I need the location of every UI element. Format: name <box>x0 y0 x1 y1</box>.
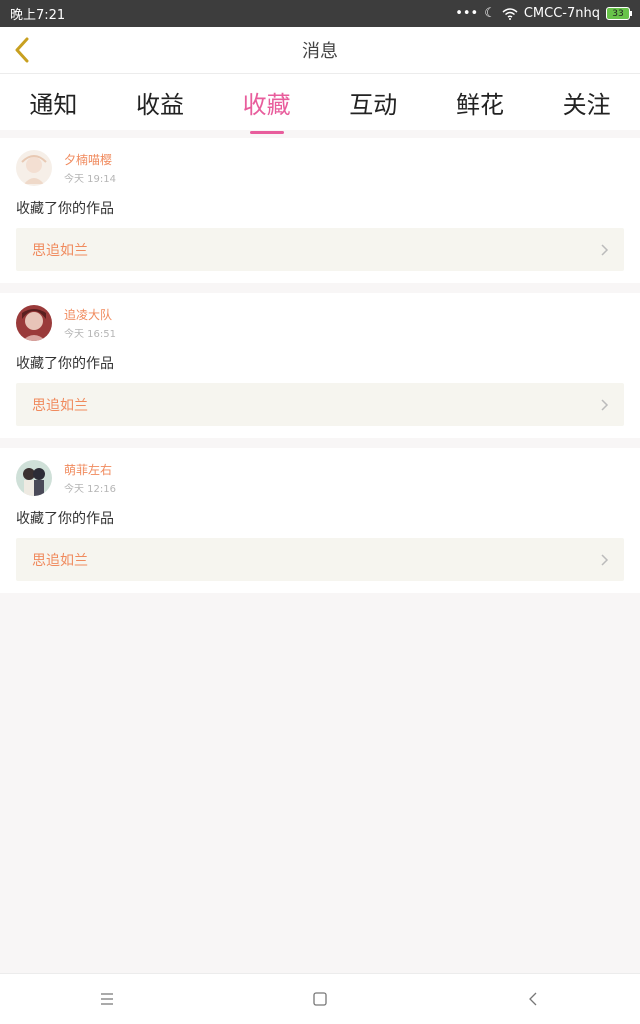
work-title: 思追如兰 <box>32 552 88 569</box>
notification-header: 夕楠喵樱 今天 19:14 <box>16 150 624 186</box>
notification-header: 萌菲左右 今天 12:16 <box>16 460 624 496</box>
action-text: 收藏了你的作品 <box>16 511 114 527</box>
action-text: 收藏了你的作品 <box>16 356 114 372</box>
notification-meta: 萌菲左右 今天 12:16 <box>64 461 116 495</box>
work-link[interactable]: 思追如兰 <box>16 228 624 271</box>
work-title: 思追如兰 <box>32 397 88 414</box>
carrier-name: CMCC-7nhq <box>523 6 600 21</box>
list-item: 追凌大队 今天 16:51 收藏了你的作品 思追如兰 <box>0 293 640 438</box>
notification-meta: 追凌大队 今天 16:51 <box>64 306 116 340</box>
username[interactable]: 夕楠喵樱 <box>64 151 116 168</box>
home-square-icon <box>313 992 327 1006</box>
work-link[interactable]: 思追如兰 <box>16 538 624 581</box>
tab-favorites[interactable]: 收藏 <box>237 85 297 120</box>
notification-header: 追凌大队 今天 16:51 <box>16 305 624 341</box>
avatar[interactable] <box>16 305 52 341</box>
timestamp: 今天 12:16 <box>64 484 116 495</box>
tab-notice[interactable]: 通知 <box>23 85 83 120</box>
status-bar: 晚上7:21 ••• ☾ CMCC-7nhq 33 <box>0 0 640 27</box>
chevron-left-icon <box>15 37 29 63</box>
tab-interaction[interactable]: 互动 <box>343 85 403 120</box>
notification-meta: 夕楠喵樱 今天 19:14 <box>64 151 116 185</box>
avatar[interactable] <box>16 150 52 186</box>
tab-earnings[interactable]: 收益 <box>130 85 190 120</box>
tab-bar: 通知 收益 收藏 互动 鲜花 关注 <box>0 74 640 130</box>
system-back-button[interactable] <box>521 987 545 1011</box>
chevron-right-icon <box>601 243 609 256</box>
page-title: 消息 <box>302 41 338 62</box>
timestamp: 今天 16:51 <box>64 329 116 340</box>
back-button[interactable] <box>10 35 34 65</box>
menu-button[interactable] <box>95 987 119 1011</box>
nav-bar: 消息 <box>0 27 640 74</box>
list-item: 夕楠喵樱 今天 19:14 收藏了你的作品 思追如兰 <box>0 138 640 283</box>
avatar[interactable] <box>16 460 52 496</box>
battery-icon: 33 <box>606 7 632 20</box>
tab-flowers[interactable]: 鲜花 <box>450 85 510 120</box>
username[interactable]: 萌菲左右 <box>64 461 116 478</box>
status-indicators: ••• ☾ CMCC-7nhq 33 <box>455 6 632 21</box>
action-text: 收藏了你的作品 <box>16 201 114 217</box>
back-arrow-icon <box>529 992 537 1006</box>
moon-icon: ☾ <box>484 6 496 21</box>
status-time: 晚上7:21 <box>10 8 66 23</box>
more-dots-icon: ••• <box>455 6 479 21</box>
work-title: 思追如兰 <box>32 242 88 259</box>
chevron-right-icon <box>601 553 609 566</box>
list-item: 萌菲左右 今天 12:16 收藏了你的作品 思追如兰 <box>0 448 640 593</box>
chevron-right-icon <box>601 398 609 411</box>
menu-icon <box>100 993 113 1005</box>
username[interactable]: 追凌大队 <box>64 306 116 323</box>
tab-follow[interactable]: 关注 <box>557 85 617 120</box>
home-button[interactable] <box>308 987 332 1011</box>
wifi-icon <box>502 7 518 20</box>
work-link[interactable]: 思追如兰 <box>16 383 624 426</box>
notification-list: 夕楠喵樱 今天 19:14 收藏了你的作品 思追如兰 追凌大队 今天 16:51… <box>0 138 640 603</box>
timestamp: 今天 19:14 <box>64 174 116 185</box>
system-nav-bar <box>0 973 640 1024</box>
